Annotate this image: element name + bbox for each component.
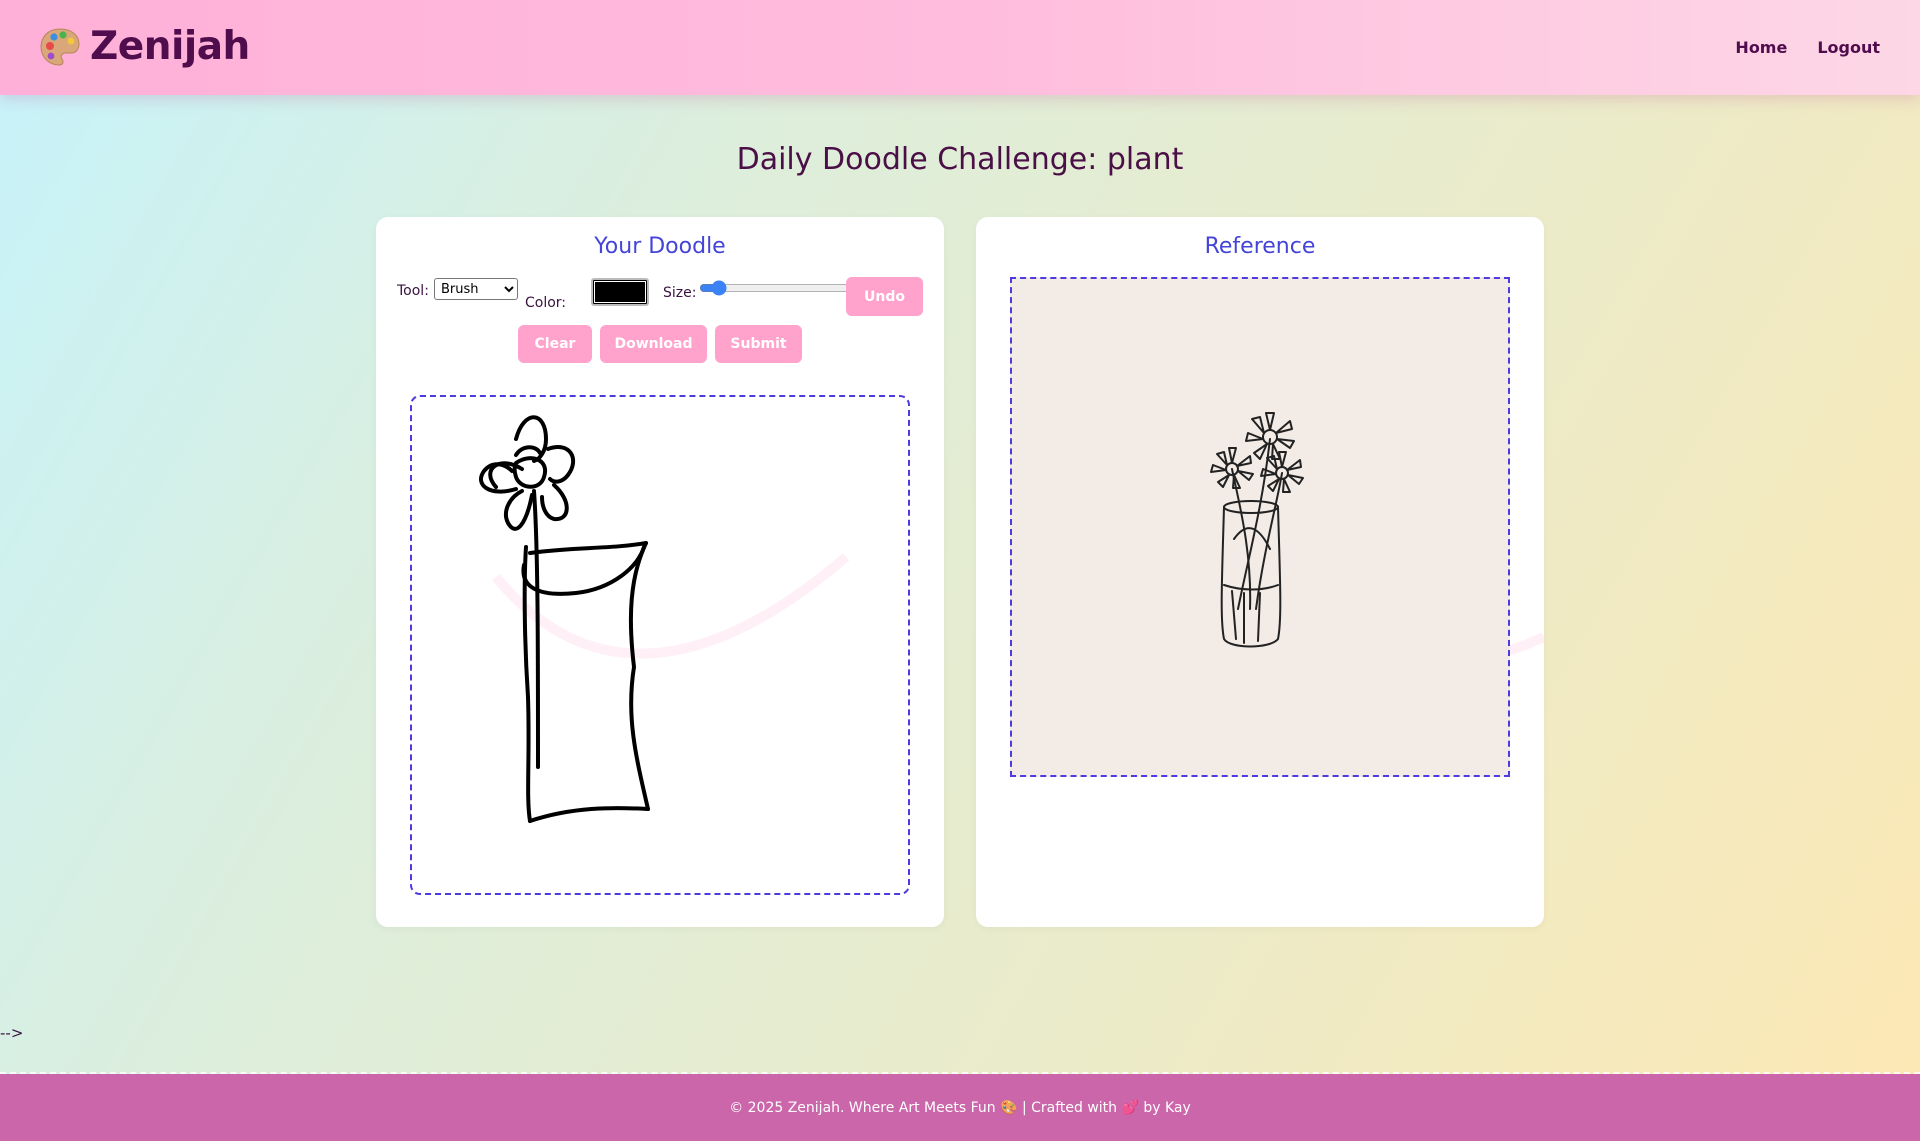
doodle-drawing xyxy=(479,415,650,823)
color-label: Color: xyxy=(525,295,567,311)
reference-image xyxy=(1010,277,1510,777)
logo-text: Zenijah xyxy=(90,24,250,69)
download-button[interactable]: Download xyxy=(600,325,707,363)
undo-button[interactable]: Undo xyxy=(846,277,923,316)
palette-icon xyxy=(40,27,80,66)
tool-select[interactable]: Brush xyxy=(434,278,518,300)
size-label: Size: xyxy=(663,285,697,301)
footer-text: © 2025 Zenijah. Where Art Meets Fun 🎨 | … xyxy=(729,1099,1191,1116)
reference-card: Reference xyxy=(976,217,1544,927)
page-title: Daily Doodle Challenge: plant xyxy=(736,142,1184,177)
site-footer: © 2025 Zenijah. Where Art Meets Fun 🎨 | … xyxy=(0,1074,1920,1141)
tool-label: Tool: xyxy=(397,283,429,299)
site-header: Zenijah Home Logout xyxy=(0,0,1920,95)
color-picker[interactable] xyxy=(591,278,649,306)
brush-size-slider[interactable] xyxy=(699,277,863,299)
clear-button[interactable]: Clear xyxy=(518,325,592,363)
nav-logout-link[interactable]: Logout xyxy=(1817,38,1880,57)
reference-card-title: Reference xyxy=(1204,234,1316,259)
doodle-card-title: Your Doodle xyxy=(594,234,726,259)
nav-home-link[interactable]: Home xyxy=(1735,38,1787,57)
drawing-canvas[interactable] xyxy=(410,395,910,895)
stray-text: --> xyxy=(0,1024,24,1042)
submit-button[interactable]: Submit xyxy=(715,325,802,363)
logo[interactable]: Zenijah xyxy=(38,24,250,69)
main-nav: Home Logout xyxy=(1735,38,1880,57)
flower-vase-illustration xyxy=(1210,412,1304,648)
doodle-card: Your Doodle Tool: Brush Color: Size: xyxy=(376,217,944,927)
